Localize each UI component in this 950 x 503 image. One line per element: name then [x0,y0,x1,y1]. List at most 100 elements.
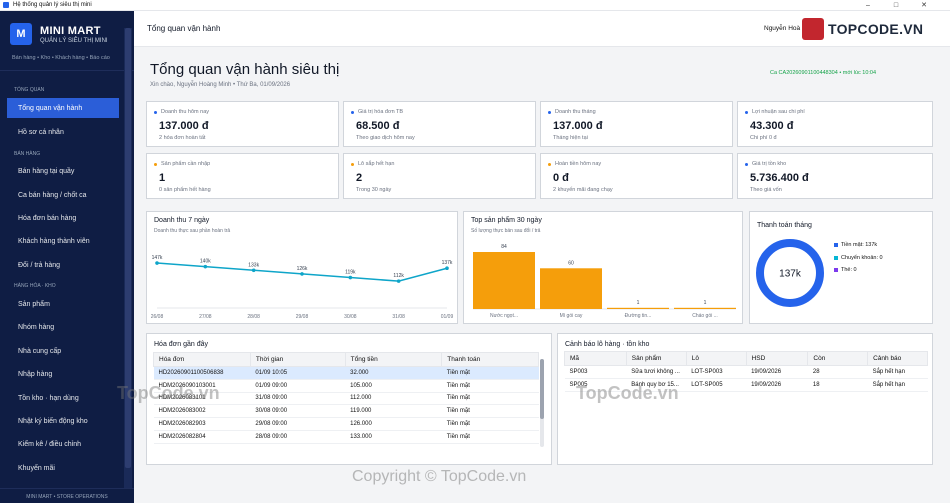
recent-invoices-title: Hóa đơn gần đây [154,341,209,348]
col-header[interactable]: Hóa đơn [153,352,251,367]
window-title: Hệ thống quản lý siêu thị mini [13,2,92,8]
data-label: 133k [248,262,259,268]
x-tick-label: Nước ngọt... [490,313,518,319]
nav-shift[interactable]: Ca bán hàng / chốt ca [7,185,119,205]
cell: LOT-SP003 [686,365,747,379]
cell: 30/08 09:00 [250,404,346,419]
cell: 28 [807,365,868,379]
bar-value-label: 84 [501,244,507,250]
bar [674,307,736,309]
invoices-scrollbar[interactable] [540,359,544,447]
kpi-label: Lô sắp hết hạn [358,161,395,167]
user-name[interactable]: Nguyễn Hoà [764,25,800,32]
data-point [203,264,208,269]
kpi-dot [154,110,157,114]
kpi-dot [548,110,551,114]
kpi-label: Doanh thu tháng [555,109,596,115]
nav-categories[interactable]: Nhóm hàng [7,317,119,337]
greeting: Xin chào, Nguyễn Hoàng Minh • Thứ Ba, 01… [150,82,291,88]
legend-label: Thẻ: 0 [841,267,857,273]
nav-stock-log[interactable]: Nhật ký biến động kho [7,411,119,431]
legend-label: Tiền mặt: 137k [841,242,878,248]
topbar: Tổng quan vận hành Nguyễn Hoà TOPCODE.VN [134,11,950,47]
nav-invoices[interactable]: Hóa đơn bán hàng [7,208,119,228]
cell: 01/09 10:05 [250,366,346,380]
table-row[interactable]: HDM2026083002 30/08 09:00 119.000 Tiền mặt [153,404,539,419]
col-header[interactable]: HSD [745,351,809,366]
table-row[interactable]: HDM2026082903 29/08 09:00 126.000 Tiền mặt [153,417,539,431]
kpi-label: Doanh thu hôm nay [161,109,210,115]
nav-products[interactable]: Sản phẩm [7,294,119,314]
cell: Tiền mặt [441,366,539,380]
topcode-badge: TOPCODE.VN [802,13,938,45]
cell: 32.000 [345,366,442,380]
x-tick-label: 01/09 [441,314,454,320]
table-row[interactable]: HDM2026082804 28/08 09:00 133.000 Tiền mặt [153,430,539,444]
alerts-table-wrap: Mã Sản phẩm Lô HSD Còn Cảnh báo SP003 Sữa… [564,351,928,461]
data-point [155,261,159,265]
col-header[interactable]: Còn [807,351,869,366]
nav-dashboard[interactable]: Tổng quan vận hành [7,98,119,118]
cell: Tiền mặt [441,379,539,393]
kpi-value: 5.736.400 đ [750,172,809,184]
kpi-label: Sản phẩm cần nhập [161,161,211,167]
col-header[interactable]: Lô [685,351,747,366]
bar [540,268,602,309]
watermark: TopCode.vn [576,383,679,403]
table-row[interactable]: HD20260901100506838 01/09 10:05 32.000 Tiền… [153,366,539,380]
invoices-scroll-thumb[interactable] [540,359,544,419]
section-overview: TỔNG QUAN [14,87,45,93]
kpi-card: Lợi nhuận sau chi phí 43.300 đ Chi phí 0… [737,101,933,147]
cell: HDM2026082903 [153,417,251,431]
top-products-panel: Top sản phẩm 30 ngày Số lượng thực bán s… [463,211,743,324]
brand-name: MINI MART [40,24,101,37]
cell: 19/09/2026 [746,365,808,379]
col-header[interactable]: Thanh toán [441,352,539,367]
cell: LOT-SP005 [686,378,747,392]
invoices-table-wrap: Hóa đơn Thời gian Tổng tiền Thanh toán H… [153,352,539,460]
nav-returns[interactable]: Đổi / trả hàng [7,255,119,275]
minimize-button[interactable]: – [857,0,879,11]
col-header[interactable]: Mã [564,351,627,366]
nav-stocktake[interactable]: Kiểm kê / điều chỉnh [7,434,119,454]
nav-suppliers[interactable]: Nhà cung cấp [7,341,119,361]
col-header[interactable]: Thời gian [249,352,346,367]
nav-stock[interactable]: Tồn kho · hạn dùng [7,388,119,408]
kpi-card: Giá trị hóa đơn TB 68.500 đ Theo giao dị… [343,101,536,147]
legend-swatch [834,268,838,272]
nav-profile[interactable]: Hồ sơ cá nhân [7,122,119,142]
kpi-label: Giá trị hóa đơn TB [358,109,404,115]
col-header[interactable]: Cảnh báo [867,351,928,366]
kpi-value: 2 [356,172,363,184]
col-header[interactable]: Tổng tiền [344,352,443,367]
close-button[interactable]: ✕ [913,0,935,11]
nav-purchase[interactable]: Nhập hàng [7,364,119,384]
kpi-card: Giá trị tồn kho 5.736.400 đ Theo giá vốn [737,153,933,199]
table-row[interactable]: SP003 Sữa tươi không ... LOT-SP003 19/09/20… [564,365,928,379]
kpi-card: Hoàn tiền hôm nay 0 đ 2 khuyến mãi đang … [540,153,733,199]
x-tick-label: 30/08 [344,314,357,320]
data-label: 137k [442,260,453,266]
nav-members[interactable]: Khách hàng thành viên [7,231,119,251]
nav-pos[interactable]: Bán hàng tại quầy [7,161,119,181]
brand-tagline: Bán hàng • Kho • Khách hàng • Báo cáo [12,55,110,61]
sidebar-scrollbar[interactable] [124,28,132,488]
cell: 28/08 09:00 [250,430,346,444]
kpi-sub: Trong 30 ngày [356,187,392,193]
kpi-card: Doanh thu hôm nay 137.000 đ 2 hóa đơn ho… [146,101,339,147]
cell: 126.000 [345,417,442,431]
topcode-badge-text: TOPCODE.VN [828,21,924,37]
x-tick-label: 27/08 [199,314,212,320]
x-tick-label: 31/08 [392,314,405,320]
kpi-label: Lợi nhuận sau chi phí [752,109,805,115]
cell: Sắp hết hạn [867,378,928,392]
window-titlebar: Hệ thống quản lý siêu thị mini – □ ✕ [0,0,950,11]
cell: Sữa tươi không ... [626,365,687,379]
stock-alerts-title: Cảnh báo lô hàng · tồn kho [565,341,650,348]
nav-promotions[interactable]: Khuyến mãi [7,458,119,478]
x-tick-label: Mì gói cay [560,313,583,319]
col-header[interactable]: Sản phẩm [625,351,687,366]
maximize-button[interactable]: □ [885,0,907,11]
kpi-card: Doanh thu tháng 137.000 đ Tháng hiện tại [540,101,733,147]
bar [473,252,535,309]
